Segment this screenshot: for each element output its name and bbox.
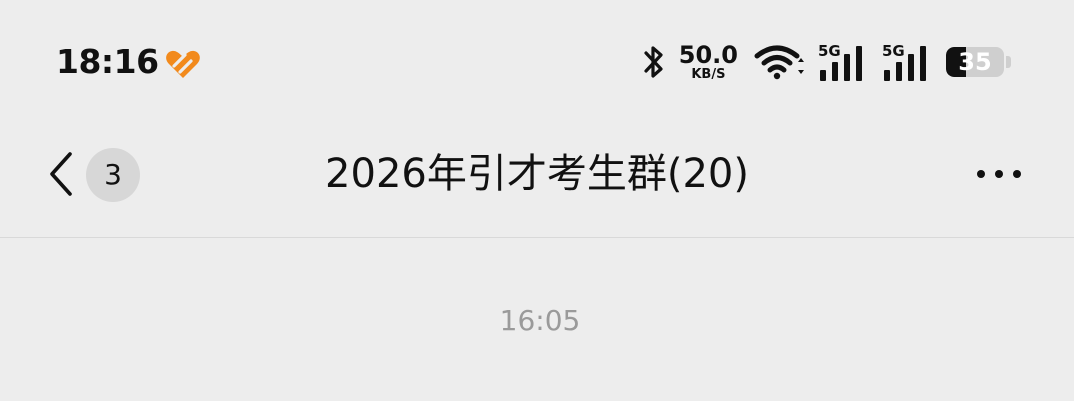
network-speed-value: 50.0 [678, 41, 738, 69]
chevron-left-icon [50, 152, 72, 196]
back-button[interactable]: 3 [36, 142, 156, 206]
unread-count-badge: 3 [86, 148, 140, 202]
network-speed: 50.0 KB/S [679, 43, 738, 81]
cellular-signal-icon [820, 46, 862, 81]
status-bar: 18:16 50.0 KB/S 5G 5G 35 [0, 0, 1074, 120]
battery-icon: 35 [946, 44, 1012, 80]
chat-title: 2026年引才考生群(20) [325, 151, 749, 197]
message-timestamp: 16:05 [499, 304, 581, 337]
cellular-signal-1: 5G [818, 40, 870, 84]
network-speed-unit: KB/S [691, 67, 726, 82]
status-icons: 50.0 KB/S 5G 5G 35 [641, 38, 1012, 86]
message-list[interactable]: 16:05 [0, 238, 1074, 401]
battery-level: 35 [958, 48, 992, 76]
more-horizontal-icon [977, 170, 1021, 178]
bluetooth-icon [644, 46, 663, 78]
cellular-signal-2: 5G [882, 40, 934, 84]
more-options-button[interactable] [968, 150, 1038, 200]
cellular-signal-icon [884, 46, 926, 81]
orange-heart-icon [166, 50, 200, 78]
status-time: 18:16 [56, 42, 159, 81]
wifi-icon [754, 45, 804, 80]
chat-header: 3 2026年引才考生群(20) [0, 120, 1074, 238]
